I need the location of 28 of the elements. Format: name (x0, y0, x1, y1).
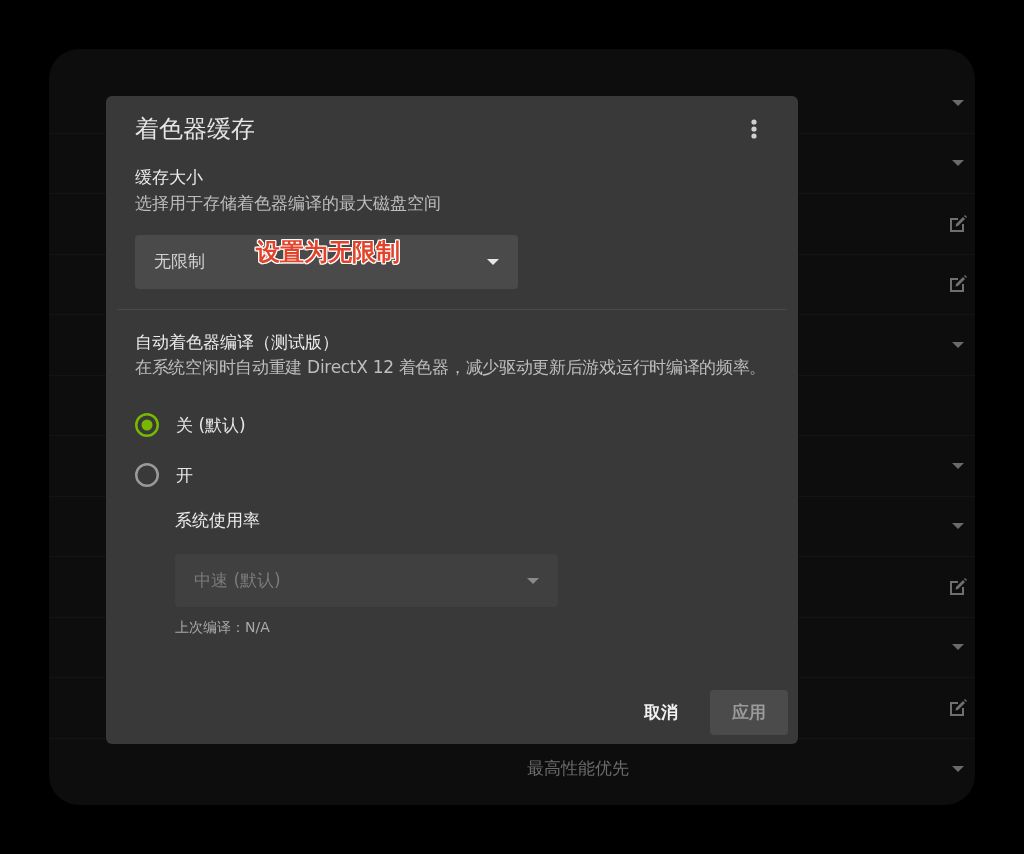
radio-option[interactable]: 开 (135, 463, 246, 487)
more-options-icon[interactable] (751, 119, 757, 139)
radio-option[interactable]: 关 (默认) (135, 413, 246, 437)
caret-down-icon (952, 523, 964, 530)
field-label: 系统使用率 (175, 509, 260, 532)
edit-icon[interactable] (949, 577, 967, 596)
edit-icon[interactable] (949, 275, 967, 294)
radio-unselected-icon[interactable] (135, 463, 159, 487)
caret-down-icon (952, 160, 964, 167)
dialog-title: 着色器缓存 (135, 114, 255, 145)
caret-down-icon (952, 462, 964, 469)
section-label: 缓存大小 (135, 166, 203, 189)
section-description: 选择用于存储着色器编译的最大磁盘空间 (135, 192, 441, 215)
edit-icon[interactable] (949, 698, 967, 717)
annotation-label: 设置为无限制 (256, 237, 400, 267)
caret-down-icon (527, 577, 539, 584)
edit-icon[interactable] (949, 214, 967, 233)
caret-down-icon (952, 644, 964, 651)
radio-selected-icon[interactable] (135, 413, 159, 437)
cancel-button[interactable]: 取消 (628, 690, 694, 735)
caret-down-icon (952, 99, 964, 106)
section-description: 在系统空闲时自动重建 DirectX 12 着色器，减少驱动更新后游戏运行时编译的频率。 (135, 356, 767, 379)
last-compile-text: 上次编译：N/A (175, 618, 270, 637)
setting-value: 最高性能优先 (527, 758, 629, 778)
caret-down-icon (487, 259, 499, 265)
caret-down-icon (952, 341, 964, 348)
section-label: 自动着色器编译（测试版） (135, 331, 339, 354)
caret-down-icon (952, 765, 964, 772)
